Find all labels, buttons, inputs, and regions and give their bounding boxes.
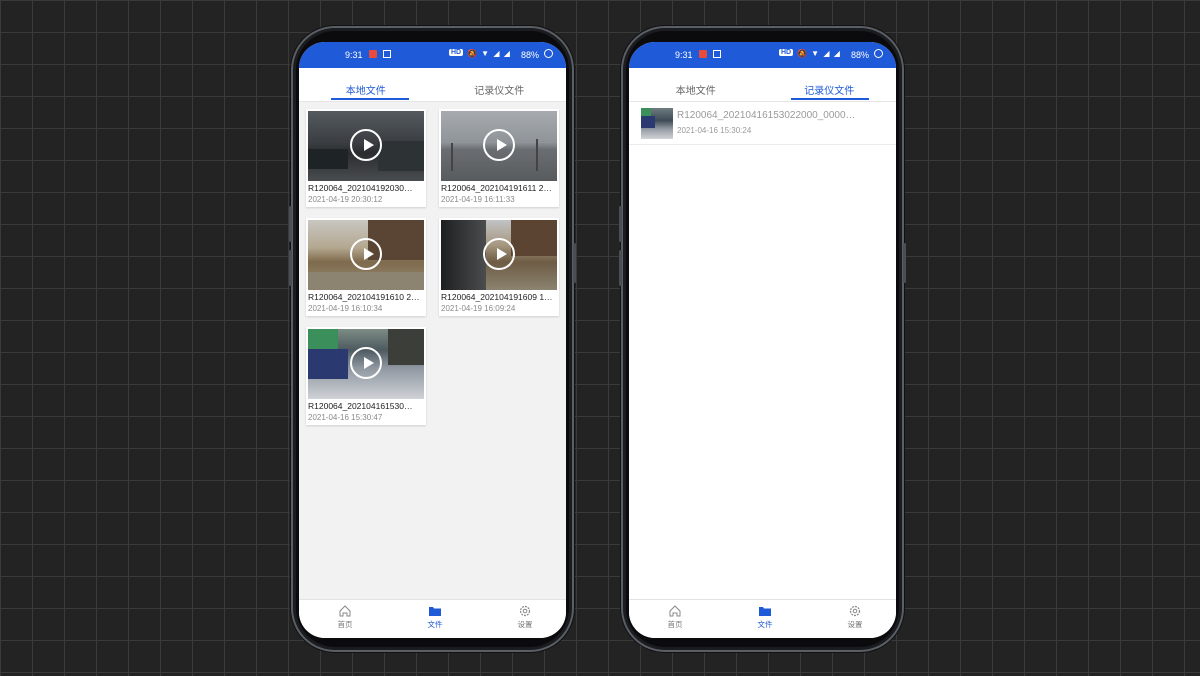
video-card[interactable]: R120064_202104192030… 2021-04-19 20:30:1… xyxy=(306,109,426,207)
bottom-nav: 首页 文件 设置 xyxy=(299,599,566,638)
battery-ring-icon xyxy=(874,49,883,58)
hd-badge: HD xyxy=(449,49,464,56)
gear-icon xyxy=(849,605,861,617)
tab-recorder-files[interactable]: 记录仪文件 xyxy=(433,82,567,97)
hd-badge: HD xyxy=(779,49,794,56)
folder-icon xyxy=(759,607,771,616)
notification-icon xyxy=(699,50,707,58)
nav-settings[interactable]: 设置 xyxy=(495,604,555,630)
file-name: R120064_20210416153022000_0000… xyxy=(677,110,856,121)
nav-home[interactable]: 首页 xyxy=(315,604,375,630)
nav-settings-label: 设置 xyxy=(517,620,533,629)
video-card[interactable]: R120064_202104191609 1… 2021-04-19 16:09… xyxy=(439,218,559,316)
video-thumbnail xyxy=(308,329,424,399)
tab-indicator xyxy=(791,98,869,100)
file-name: R120064_202104191609 1… xyxy=(441,292,553,302)
recorder-file-list: R120064_20210416153022000_0000… 2021-04-… xyxy=(629,102,896,600)
volume-button xyxy=(619,206,622,242)
status-time: 9:31 xyxy=(345,50,363,60)
nav-home-label: 首页 xyxy=(667,620,683,629)
file-date: 2021-04-16 15:30:24 xyxy=(677,126,752,135)
file-date: 2021-04-19 20:30:12 xyxy=(308,195,383,204)
tab-local-files[interactable]: 本地文件 xyxy=(629,82,763,97)
folder-icon xyxy=(429,607,441,616)
volume-button xyxy=(289,206,292,242)
tab-recorder-files[interactable]: 记录仪文件 xyxy=(763,82,897,97)
nav-home-label: 首页 xyxy=(337,620,353,629)
video-thumbnail xyxy=(441,111,557,181)
video-card[interactable]: R120064_202104191610 2… 2021-04-19 16:10… xyxy=(306,218,426,316)
power-button xyxy=(573,243,576,283)
video-thumbnail xyxy=(441,220,557,290)
file-name: R120064_202104161530… xyxy=(308,401,413,411)
signal-icons: 🔕 ▼ ◢ ◢ xyxy=(467,49,511,58)
video-thumbnail xyxy=(308,111,424,181)
home-icon xyxy=(339,605,351,617)
play-icon[interactable] xyxy=(483,129,515,161)
gallery-icon xyxy=(383,50,391,58)
screen-local: 9:31 HD 🔕 ▼ ◢ ◢ 88% 本地文件 记录仪文件 R120064_2… xyxy=(299,42,566,638)
nav-files-label: 文件 xyxy=(757,620,773,629)
file-date: 2021-04-19 16:09:24 xyxy=(441,304,516,313)
gallery-icon xyxy=(713,50,721,58)
file-date: 2021-04-19 16:10:34 xyxy=(308,304,383,313)
nav-home[interactable]: 首页 xyxy=(645,604,705,630)
play-icon[interactable] xyxy=(483,238,515,270)
tab-indicator xyxy=(331,98,409,100)
video-thumbnail xyxy=(641,108,673,139)
video-thumbnail xyxy=(308,220,424,290)
status-time: 9:31 xyxy=(675,50,693,60)
play-icon[interactable] xyxy=(350,238,382,270)
status-bar: 9:31 HD 🔕 ▼ ◢ ◢ 88% xyxy=(629,42,896,68)
home-icon xyxy=(669,605,681,617)
list-item[interactable]: R120064_20210416153022000_0000… 2021-04-… xyxy=(629,102,896,145)
nav-settings-label: 设置 xyxy=(847,620,863,629)
file-date: 2021-04-19 16:11:33 xyxy=(441,195,515,204)
volume-button xyxy=(289,250,292,286)
battery-level: 88% xyxy=(851,50,870,60)
file-name: R120064_202104191610 2… xyxy=(308,292,420,302)
signal-icons: 🔕 ▼ ◢ ◢ xyxy=(797,49,841,58)
tab-bar: 本地文件 记录仪文件 xyxy=(299,68,566,102)
play-icon[interactable] xyxy=(350,347,382,379)
phone-left: 9:31 HD 🔕 ▼ ◢ ◢ 88% 本地文件 记录仪文件 R120064_2… xyxy=(289,26,576,652)
power-button xyxy=(903,243,906,283)
battery-ring-icon xyxy=(544,49,553,58)
battery-level: 88% xyxy=(521,50,540,60)
file-name: R120064_202104191611 2… xyxy=(441,183,552,193)
gear-icon xyxy=(519,605,531,617)
nav-settings[interactable]: 设置 xyxy=(825,604,885,630)
phone-right: 9:31 HD 🔕 ▼ ◢ ◢ 88% 本地文件 记录仪文件 R120064_2… xyxy=(619,26,906,652)
nav-files[interactable]: 文件 xyxy=(735,604,795,630)
volume-button xyxy=(619,250,622,286)
file-name: R120064_202104192030… xyxy=(308,183,413,193)
notification-icon xyxy=(369,50,377,58)
bottom-nav: 首页 文件 设置 xyxy=(629,599,896,638)
nav-files[interactable]: 文件 xyxy=(405,604,465,630)
status-bar: 9:31 HD 🔕 ▼ ◢ ◢ 88% xyxy=(299,42,566,68)
tab-local-files[interactable]: 本地文件 xyxy=(299,82,433,97)
screen-recorder: 9:31 HD 🔕 ▼ ◢ ◢ 88% 本地文件 记录仪文件 R120064_2… xyxy=(629,42,896,638)
video-grid: R120064_202104192030… 2021-04-19 20:30:1… xyxy=(299,102,566,600)
play-icon[interactable] xyxy=(350,129,382,161)
video-card[interactable]: R120064_202104161530… 2021-04-16 15:30:4… xyxy=(306,327,426,425)
file-date: 2021-04-16 15:30:47 xyxy=(308,413,383,422)
video-card[interactable]: R120064_202104191611 2… 2021-04-19 16:11… xyxy=(439,109,559,207)
tab-bar: 本地文件 记录仪文件 xyxy=(629,68,896,102)
nav-files-label: 文件 xyxy=(427,620,443,629)
